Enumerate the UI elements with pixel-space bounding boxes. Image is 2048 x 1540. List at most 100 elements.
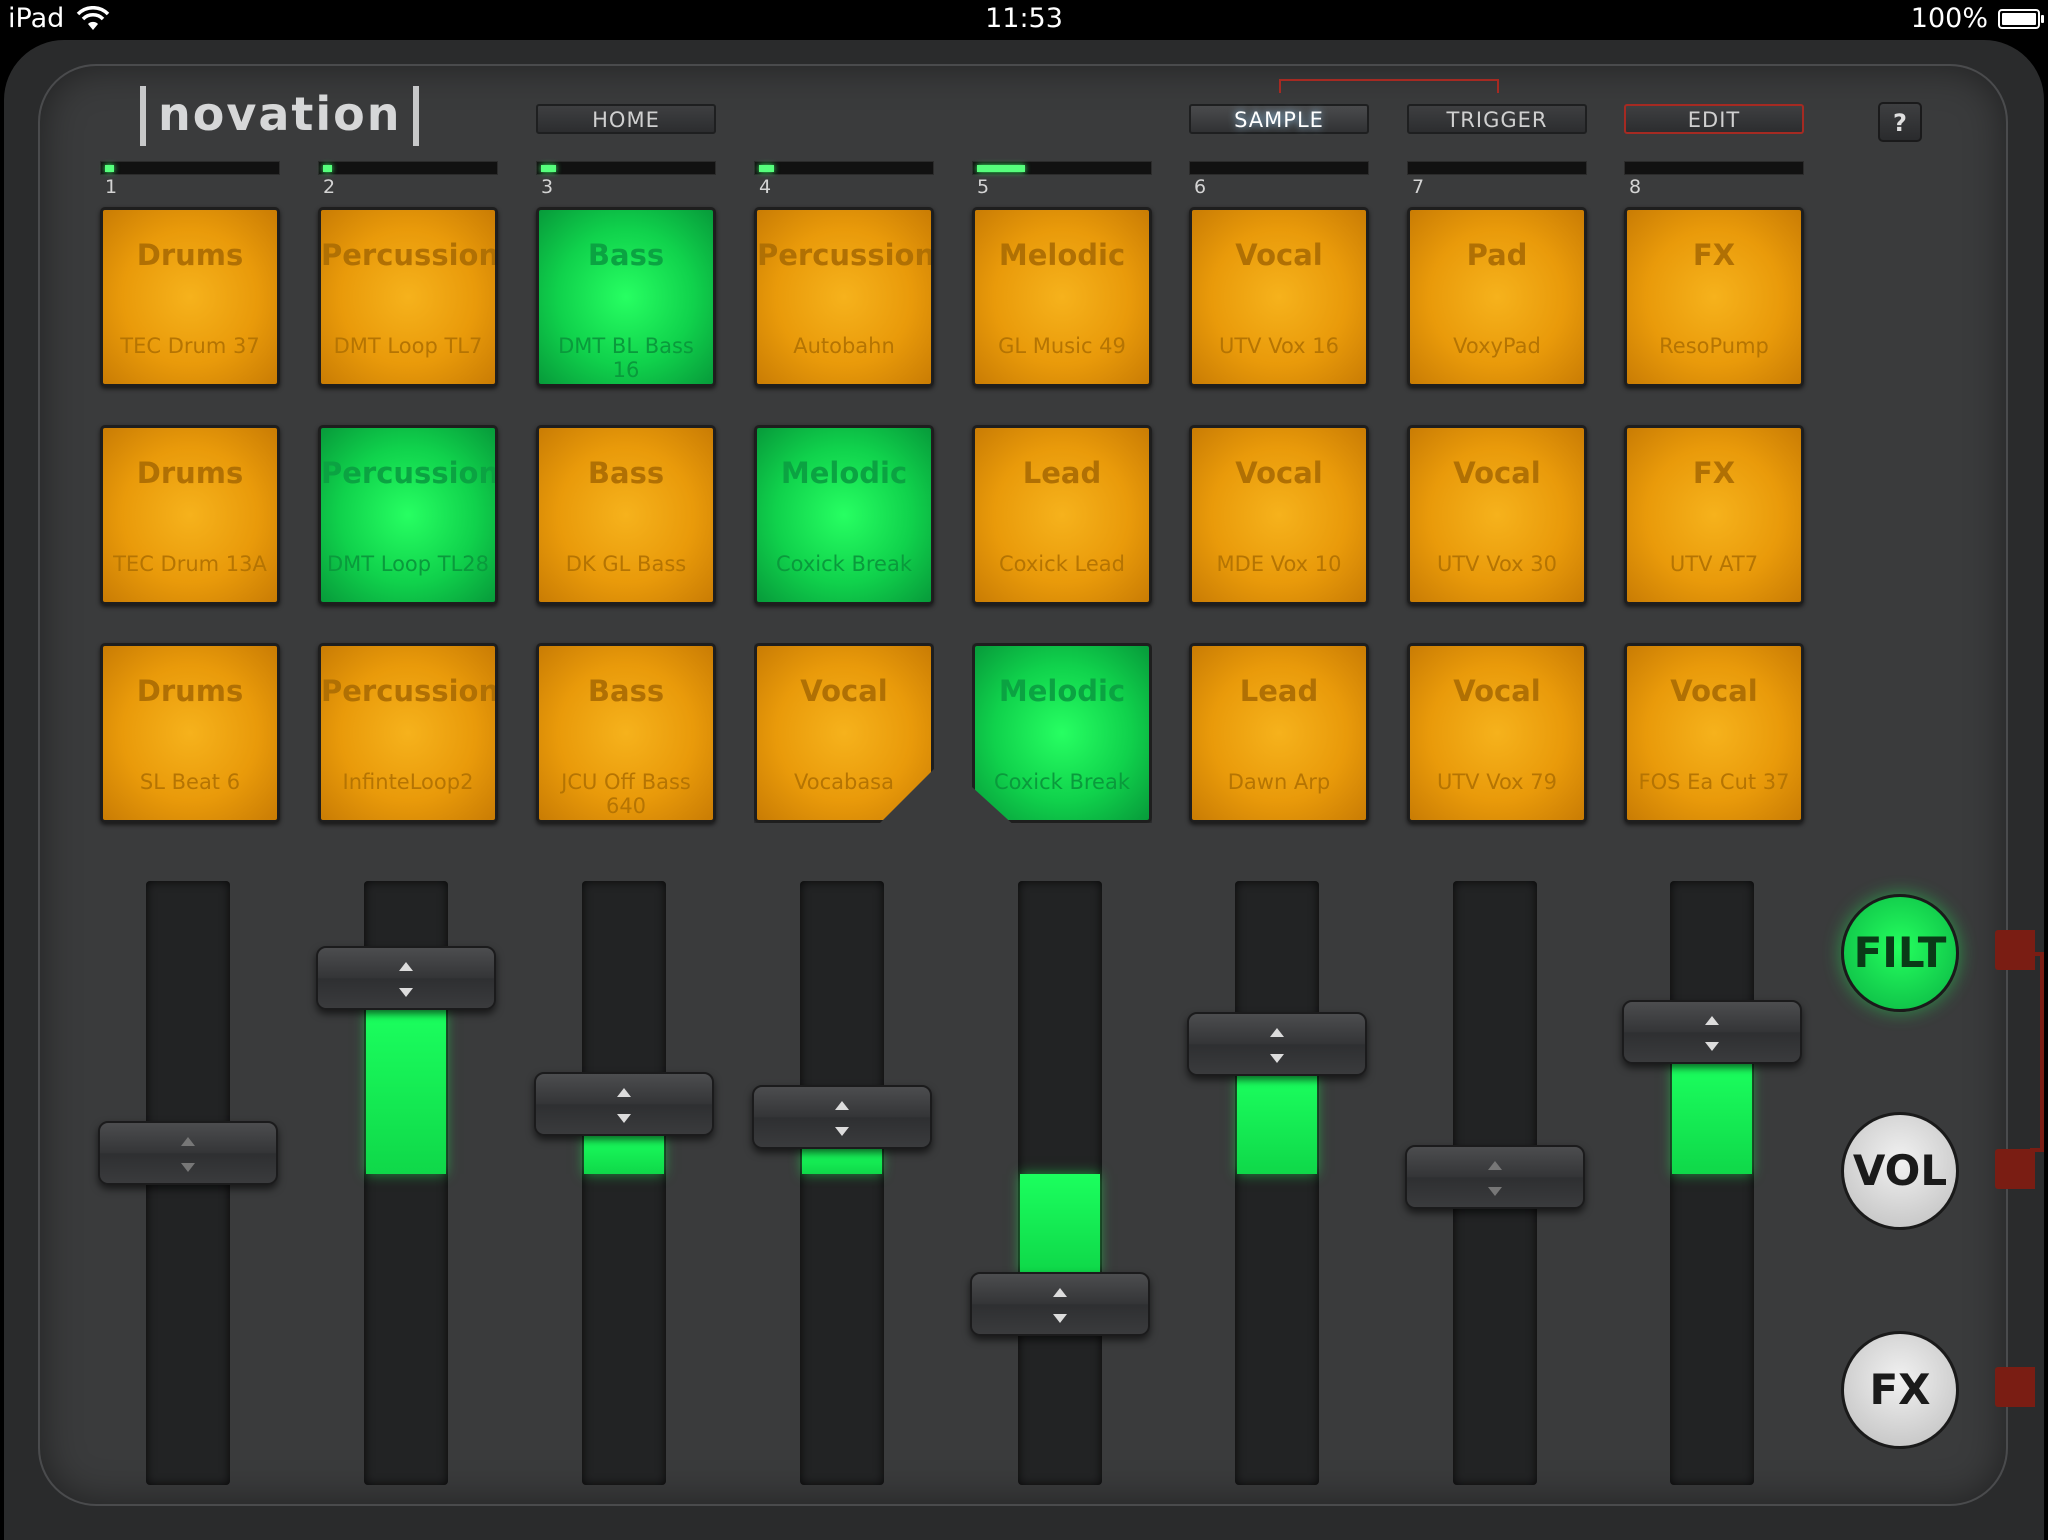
- level-meter-fill: [759, 165, 774, 172]
- arrow-down-icon: [1705, 1042, 1719, 1051]
- fader-track-4[interactable]: [800, 881, 884, 1485]
- pad-r1-c1[interactable]: DrumsTEC Drum 37: [100, 207, 280, 387]
- pad-r1-c2[interactable]: PercussionDMT Loop TL7: [318, 207, 498, 387]
- pad-r2-c7[interactable]: Vocal UTV Vox 30: [1407, 425, 1587, 605]
- level-meter-fill: [977, 165, 1025, 172]
- pad-sample-name: TEC Drum 37: [107, 334, 273, 358]
- arrow-up-icon: [181, 1137, 195, 1146]
- level-meter-6: [1189, 161, 1369, 175]
- pad-r3-c4[interactable]: VocalVocabasa: [754, 643, 934, 823]
- mode-link-bracket-right: [2030, 952, 2044, 1152]
- pad-sample-name: UTV AT7: [1631, 552, 1797, 576]
- pad-sample-name: DMT BL Bass 16: [543, 334, 709, 382]
- home-button[interactable]: HOME: [536, 104, 716, 134]
- pad-sample-name: SL Beat 6: [107, 770, 273, 794]
- battery-icon: [1998, 9, 2040, 29]
- pad-r3-c1[interactable]: DrumsSL Beat 6: [100, 643, 280, 823]
- pad-r3-c8[interactable]: VocalFOS Ea Cut 37: [1624, 643, 1804, 823]
- arrow-down-icon: [1488, 1187, 1502, 1196]
- fader-handle-7[interactable]: [1405, 1145, 1585, 1209]
- pad-category: Melodic: [757, 456, 931, 490]
- arrow-up-icon: [1053, 1288, 1067, 1297]
- pad-category: Percussion: [757, 238, 931, 272]
- pad-r2-c1[interactable]: DrumsTEC Drum 13A: [100, 425, 280, 605]
- fader-track-3[interactable]: [582, 881, 666, 1485]
- arrow-down-icon: [399, 988, 413, 997]
- pad-sample-name: Autobahn: [761, 334, 927, 358]
- channel-number: 8: [1629, 176, 1641, 198]
- fader-track-8[interactable]: [1670, 881, 1754, 1485]
- channel-number: 6: [1194, 176, 1206, 198]
- pad-r1-c8[interactable]: FXResoPump: [1624, 207, 1804, 387]
- status-bar: iPad 11:53 100%: [0, 0, 2048, 40]
- pad-r1-c5[interactable]: MelodicGL Music 49: [972, 207, 1152, 387]
- help-button[interactable]: ?: [1878, 102, 1922, 142]
- fader-handle-6[interactable]: [1187, 1012, 1367, 1076]
- pad-sample-name: UTV Vox 79: [1414, 770, 1580, 794]
- fader-handle-5[interactable]: [970, 1272, 1150, 1336]
- fx-indicator-tab: [1995, 1367, 2035, 1407]
- pad-sample-name: FOS Ea Cut 37: [1631, 770, 1797, 794]
- clock: 11:53: [0, 3, 2048, 34]
- level-meter-fill: [541, 165, 556, 172]
- fader-handle-3[interactable]: [534, 1072, 714, 1136]
- arrow-up-icon: [1488, 1161, 1502, 1170]
- pad-sample-name: JCU Off Bass 640: [543, 770, 709, 818]
- pad-category: Percussion: [321, 674, 495, 708]
- pad-r2-c8[interactable]: FX UTV AT7: [1624, 425, 1804, 605]
- arrow-up-icon: [1270, 1028, 1284, 1037]
- level-meter-1: [100, 161, 280, 175]
- pad-category: FX: [1627, 456, 1801, 490]
- pad-category: Vocal: [1410, 456, 1584, 490]
- pad-category: Vocal: [1410, 674, 1584, 708]
- pad-r1-c6[interactable]: VocalUTV Vox 16: [1189, 207, 1369, 387]
- pad-r2-c3[interactable]: BassDK GL Bass: [536, 425, 716, 605]
- pad-r3-c5[interactable]: MelodicCoxick Break: [972, 643, 1152, 823]
- pad-r1-c3[interactable]: Bass DMT BL Bass 16: [536, 207, 716, 387]
- pad-r3-c6[interactable]: LeadDawn Arp: [1189, 643, 1369, 823]
- level-meter-8: [1624, 161, 1804, 175]
- pad-sample-name: Coxick Lead: [979, 552, 1145, 576]
- pad-r1-c4[interactable]: Percussion Autobahn: [754, 207, 934, 387]
- filt-mode-button[interactable]: FILT: [1841, 894, 1959, 1012]
- fader-handle-4[interactable]: [752, 1085, 932, 1149]
- arrow-up-icon: [617, 1088, 631, 1097]
- pad-sample-name: Coxick Break: [761, 552, 927, 576]
- battery-percent: 100%: [1911, 3, 1988, 34]
- pad-r1-c7[interactable]: PadVoxyPad: [1407, 207, 1587, 387]
- level-meter-fill: [105, 165, 114, 172]
- pad-category: Melodic: [975, 674, 1149, 708]
- level-meter-5: [972, 161, 1152, 175]
- pad-sample-name: UTV Vox 30: [1414, 552, 1580, 576]
- pad-r3-c3[interactable]: BassJCU Off Bass 640: [536, 643, 716, 823]
- pad-sample-name: Vocabasa: [761, 770, 927, 794]
- fader-handle-2[interactable]: [316, 946, 496, 1010]
- sample-button[interactable]: SAMPLE: [1189, 104, 1369, 134]
- pad-r2-c2[interactable]: PercussionDMT Loop TL28: [318, 425, 498, 605]
- channel-number: 1: [105, 176, 117, 198]
- arrow-up-icon: [835, 1101, 849, 1110]
- fader-fill-8: [1672, 1064, 1752, 1174]
- vol-indicator-tab: [1995, 1149, 2035, 1189]
- fx-mode-button[interactable]: FX: [1841, 1331, 1959, 1449]
- edit-button[interactable]: EDIT: [1624, 104, 1804, 134]
- arrow-up-icon: [399, 962, 413, 971]
- channel-number: 4: [759, 176, 771, 198]
- pad-category: Bass: [539, 238, 713, 272]
- pad-sample-name: VoxyPad: [1414, 334, 1580, 358]
- pad-category: Percussion: [321, 456, 495, 490]
- pad-category: Vocal: [1192, 456, 1366, 490]
- pad-sample-name: DMT Loop TL7: [325, 334, 491, 358]
- trigger-button[interactable]: TRIGGER: [1407, 104, 1587, 134]
- channel-number: 2: [323, 176, 335, 198]
- pad-category: Lead: [1192, 674, 1366, 708]
- pad-r2-c6[interactable]: VocalMDE Vox 10: [1189, 425, 1369, 605]
- pad-r2-c4[interactable]: Melodic Coxick Break: [754, 425, 934, 605]
- fader-track-6[interactable]: [1235, 881, 1319, 1485]
- fader-handle-8[interactable]: [1622, 1000, 1802, 1064]
- pad-r2-c5[interactable]: LeadCoxick Lead: [972, 425, 1152, 605]
- pad-r3-c2[interactable]: PercussionInfinteLoop2: [318, 643, 498, 823]
- pad-r3-c7[interactable]: Vocal UTV Vox 79: [1407, 643, 1587, 823]
- fader-handle-1[interactable]: [98, 1121, 278, 1185]
- vol-mode-button[interactable]: VOL: [1841, 1112, 1959, 1230]
